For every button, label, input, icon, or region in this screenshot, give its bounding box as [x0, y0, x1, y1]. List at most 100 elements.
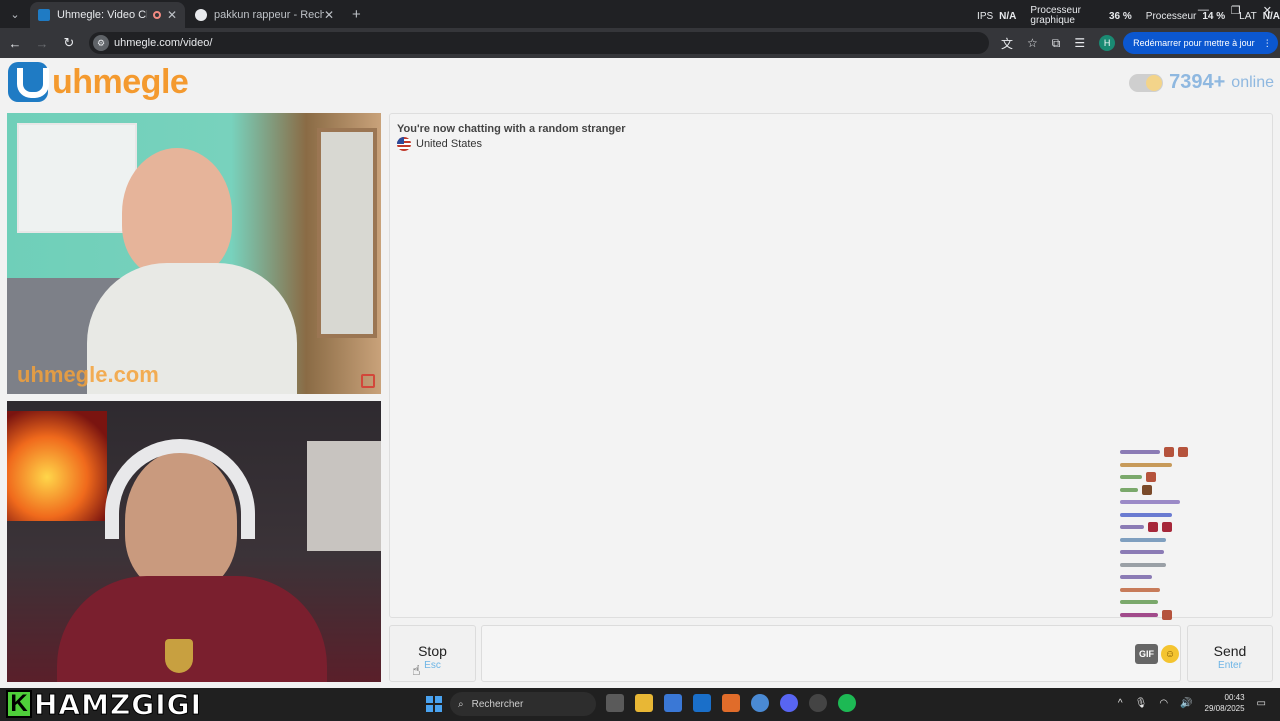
uhmegle-logo[interactable]: uhmegle — [8, 62, 189, 102]
send-label: Send — [1213, 643, 1247, 659]
wifi-icon[interactable]: ◠ — [1159, 698, 1168, 709]
message-input[interactable] — [482, 626, 1122, 681]
ips-value: N/A — [999, 10, 1017, 22]
outlook-icon[interactable] — [693, 694, 711, 712]
address-text: uhmegle.com/video/ — [114, 37, 213, 49]
close-tab-icon[interactable]: ✕ — [324, 8, 334, 22]
clock[interactable]: 00:43 29/08/2025 — [1205, 692, 1245, 714]
stop-label: Stop — [418, 643, 447, 659]
streamer-badge: K — [6, 690, 32, 718]
tv-fire-screen — [7, 411, 107, 521]
reload-icon[interactable]: ↻ — [57, 35, 81, 51]
windows-start-icon[interactable] — [426, 696, 442, 712]
microphone-icon[interactable]: 🎙 — [1135, 698, 1148, 709]
report-icon[interactable] — [361, 374, 375, 388]
bookmark-star-icon[interactable]: ☆ — [1027, 36, 1038, 50]
browser-tab-bar: ⌄ Uhmegle: Video Chat | Om ✕ pakkun rapp… — [0, 0, 1280, 28]
wall-photo-collage — [17, 123, 137, 233]
discord-icon[interactable] — [780, 694, 798, 712]
online-count: 7394+ — [1169, 71, 1226, 93]
file-explorer-icon[interactable] — [635, 694, 653, 712]
send-shortcut: Enter — [1218, 660, 1242, 671]
taskbar-search[interactable]: ⌕ Rechercher — [450, 692, 596, 716]
stranger-country: United States — [397, 137, 482, 151]
address-bar[interactable]: ⚙ uhmegle.com/video/ — [89, 32, 989, 54]
system-tray: ^ 🎙 ◠ 🔊 00:43 29/08/2025 ▭ — [1118, 692, 1266, 714]
tab-title: pakkun rappeur - Recherche G — [214, 9, 324, 21]
profile-avatar[interactable]: H — [1099, 35, 1116, 51]
stop-shortcut: Esc — [424, 660, 441, 671]
task-view-icon[interactable] — [606, 694, 624, 712]
chat-status-message: You're now chatting with a random strang… — [397, 123, 626, 135]
forward-arrow-icon[interactable]: → — [30, 36, 54, 51]
site-info-icon[interactable]: ⚙ — [93, 35, 109, 51]
volume-icon[interactable]: 🔊 — [1180, 698, 1192, 709]
cpu-label: Processeur — [1145, 10, 1197, 22]
restart-update-label: Redémarrer pour mettre à jour — [1133, 38, 1255, 48]
app-orange-icon[interactable] — [722, 694, 740, 712]
minimize-window-icon[interactable]: — — [1198, 4, 1209, 17]
new-tab-plus-icon[interactable]: + — [352, 6, 361, 23]
chevron-up-icon[interactable]: ^ — [1118, 698, 1123, 709]
back-arrow-icon[interactable]: ← — [3, 36, 27, 51]
country-name: United States — [416, 138, 483, 150]
uhmegle-page: uhmegle 7394+ online uhmegle.com You're … — [0, 58, 1280, 688]
toggle-knob — [1146, 74, 1163, 91]
obs-icon[interactable] — [809, 694, 827, 712]
stream-chat-overlay — [1120, 446, 1230, 621]
online-label: online — [1231, 73, 1274, 91]
search-placeholder: Rechercher — [471, 698, 524, 710]
online-counter: 7394+ online — [1129, 71, 1274, 94]
reading-list-icon[interactable]: ☰ — [1074, 36, 1085, 50]
search-icon: ⌕ — [458, 698, 464, 710]
self-camera-video — [7, 401, 381, 682]
stranger-video: uhmegle.com — [7, 113, 381, 394]
stranger-face — [122, 148, 232, 278]
extensions-puzzle-icon[interactable]: ⧉ — [1052, 36, 1061, 51]
close-window-icon[interactable]: ✕ — [1263, 4, 1272, 17]
emoji-smiley-icon[interactable]: ☺ — [1161, 645, 1179, 663]
gif-button[interactable]: GIF — [1135, 644, 1158, 664]
message-box: GIF ☺ — [481, 625, 1181, 682]
browser-toolbar: ← → ↻ ⚙ uhmegle.com/video/ 文 ☆ ⧉ ☰ H Red… — [0, 28, 1280, 58]
stop-button[interactable]: Stop Esc — [389, 625, 476, 682]
ips-label: IPS — [977, 10, 994, 22]
club-crest-icon — [165, 639, 193, 673]
spotify-icon[interactable] — [838, 694, 856, 712]
restart-update-button[interactable]: Redémarrer pour mettre à jour ⋮ — [1123, 32, 1278, 54]
close-tab-icon[interactable]: ✕ — [167, 8, 177, 22]
restore-window-icon[interactable]: ❐ — [1231, 4, 1241, 17]
mirror — [317, 128, 377, 338]
streamer-name: HAMZGIGI — [33, 687, 203, 721]
headset — [105, 439, 255, 539]
windows-taskbar: K HAMZGIGI ⌕ Rechercher ^ 🎙 ◠ 🔊 00:43 29… — [0, 687, 1280, 721]
notifications-icon[interactable]: ▭ — [1257, 698, 1266, 709]
tab-uhmegle[interactable]: Uhmegle: Video Chat | Om ✕ — [30, 2, 185, 28]
uhmegle-watermark: uhmegle.com — [17, 362, 159, 387]
clock-time: 00:43 — [1224, 693, 1245, 702]
site-header: uhmegle 7394+ online — [0, 58, 1280, 108]
uhmegle-logo-mark-icon — [8, 62, 49, 102]
google-favicon-icon — [195, 9, 207, 21]
send-button[interactable]: Send Enter — [1187, 625, 1273, 682]
tab-title: Uhmegle: Video Chat | Om — [57, 9, 147, 21]
chat-log: You're now chatting with a random strang… — [389, 113, 1273, 621]
store-icon[interactable] — [664, 694, 682, 712]
recording-icon — [152, 11, 161, 19]
translate-icon[interactable]: 文 — [1001, 35, 1013, 52]
taskbar-apps — [606, 694, 856, 712]
hand-cursor-icon: ☝ — [412, 662, 421, 678]
logo-text: uhmegle — [52, 62, 189, 101]
background-wall — [307, 441, 381, 551]
uhmegle-favicon-icon — [38, 9, 50, 21]
chrome-icon[interactable] — [751, 694, 769, 712]
tab-google-search[interactable]: pakkun rappeur - Recherche G ✕ — [187, 2, 342, 28]
tab-search-chevron-icon[interactable]: ⌄ — [4, 3, 26, 25]
us-flag-icon — [397, 137, 411, 151]
self-jersey — [57, 576, 327, 682]
gpu-label: Processeur graphique — [1030, 5, 1081, 26]
theme-toggle[interactable] — [1129, 73, 1164, 92]
gpu-value: 36 % — [1108, 10, 1132, 22]
kebab-menu-icon[interactable]: ⋮ — [1263, 38, 1272, 49]
clock-date: 29/08/2025 — [1204, 704, 1245, 713]
